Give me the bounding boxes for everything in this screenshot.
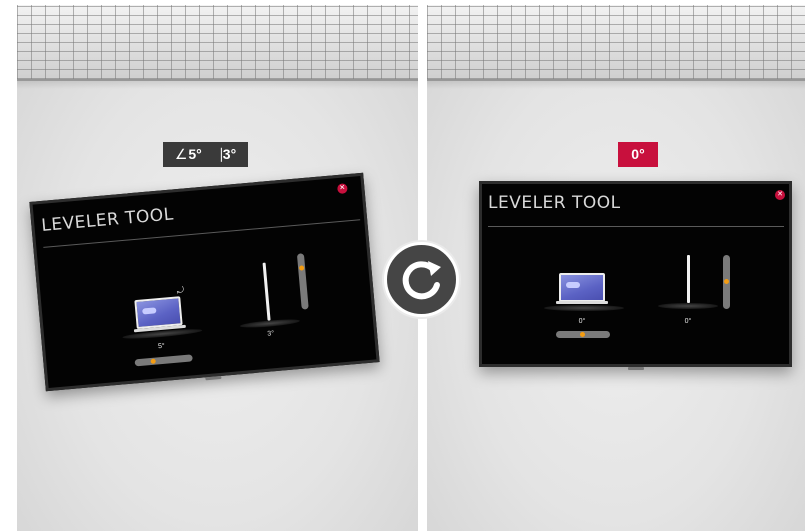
tilt-indicator-bar — [262, 262, 271, 321]
tv-title: LEVELER TOOL — [40, 204, 175, 236]
tilt-slider[interactable] — [296, 253, 309, 310]
ceiling-tiles — [17, 5, 418, 81]
close-icon[interactable]: ✕ — [775, 190, 785, 200]
tilt-slider-knob[interactable] — [298, 265, 305, 271]
tilt-slider-knob[interactable] — [724, 279, 729, 284]
after-panel: 0° LEVELER TOOL ✕ 0° 0° — [427, 5, 805, 531]
roll-value: 5° — [157, 342, 166, 351]
tilt-value: 0° — [684, 318, 692, 325]
rotate-button[interactable] — [384, 242, 459, 317]
tv-screen-tilted: LEVELER TOOL ✕ ⤾ 5° 3° — [29, 172, 380, 392]
before-panel: ∠5° ⎹3° LEVELER TOOL ✕ ⤾ 5° 3° — [17, 5, 418, 531]
tv-logo — [627, 367, 644, 370]
vertical-tilt-icon: ⎹ — [207, 146, 222, 162]
roll-slider[interactable] — [134, 354, 193, 367]
tilt-indicator-bar — [687, 255, 690, 303]
roll-value: 0° — [578, 318, 586, 325]
laptop-icon — [134, 296, 183, 330]
tv-title: LEVELER TOOL — [488, 193, 621, 213]
roll-slider[interactable] — [556, 331, 610, 338]
tv-logo — [204, 375, 222, 381]
level-badge: 0° — [618, 142, 658, 167]
roll-badge-value: 5° — [188, 146, 202, 162]
tilt-value: 3° — [267, 330, 275, 338]
close-icon[interactable]: ✕ — [336, 183, 348, 195]
laptop-icon — [559, 273, 605, 302]
angle-badge: ∠5° ⎹3° — [163, 142, 248, 167]
tilt-badge-value: 3° — [222, 146, 237, 162]
rotation-swoosh-icon: ⤾ — [176, 284, 185, 296]
tv-screen-level: LEVELER TOOL ✕ 0° 0° — [479, 181, 792, 370]
rotate-clockwise-icon — [402, 261, 441, 300]
roll-slider-knob[interactable] — [150, 358, 156, 364]
angle-icon: ∠ — [174, 146, 188, 162]
ceiling-tiles — [427, 5, 805, 81]
tilt-slider[interactable] — [723, 255, 730, 309]
roll-slider-knob[interactable] — [580, 332, 585, 337]
title-divider — [488, 226, 784, 227]
